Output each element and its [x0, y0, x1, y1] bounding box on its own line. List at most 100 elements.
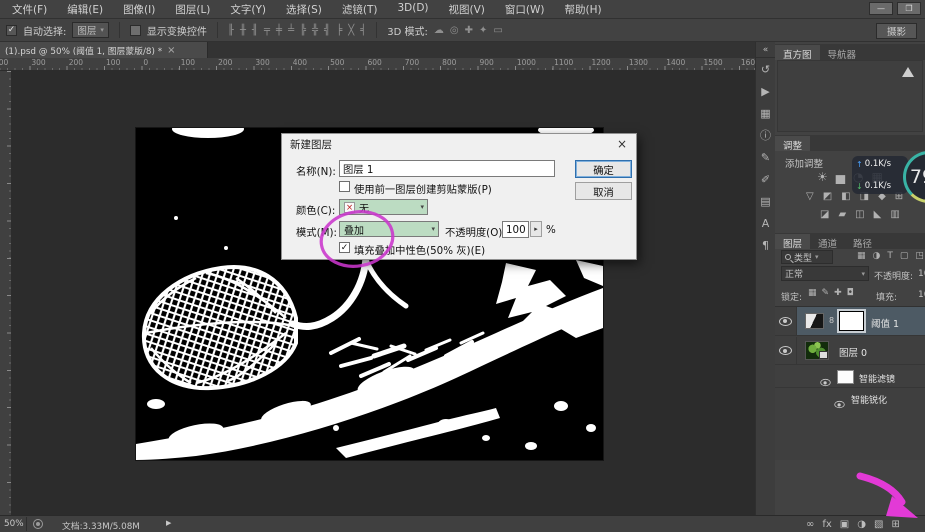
layer-filter-dropdown[interactable]: 类型 ▾: [781, 250, 833, 264]
threshold-adjustment-thumbnail[interactable]: [805, 313, 824, 329]
align-icon[interactable]: ╞: [336, 25, 342, 36]
clipping-mask-checkbox[interactable]: [339, 181, 350, 192]
align-icon[interactable]: ╡: [360, 25, 366, 36]
character-panel-icon[interactable]: A: [756, 212, 775, 234]
layer-style-icon[interactable]: fx: [822, 519, 831, 530]
align-icon[interactable]: ╪: [276, 25, 282, 36]
menu-item[interactable]: 窗口(W): [495, 0, 555, 19]
paragraph-panel-icon[interactable]: ¶: [756, 234, 775, 256]
posterize-icon[interactable]: ▰: [838, 209, 846, 220]
lock-pixels-icon[interactable]: ✎: [822, 288, 830, 298]
vibrance-icon[interactable]: ▽: [806, 191, 814, 202]
minimize-button[interactable]: —: [869, 2, 893, 15]
3d-mode-icon[interactable]: ▭: [493, 25, 502, 36]
levels-icon[interactable]: ▅: [836, 170, 845, 184]
fill-value[interactable]: 100%: [918, 290, 925, 300]
layer-name-input[interactable]: [339, 160, 555, 177]
layer-thumbnail[interactable]: [805, 341, 829, 360]
3d-mode-icon[interactable]: ✦: [479, 25, 487, 36]
auto-select-target-dropdown[interactable]: 图层 ▾: [72, 22, 109, 38]
collapse-panels-icon[interactable]: «: [756, 42, 775, 58]
3d-mode-icon[interactable]: ☁: [434, 25, 444, 36]
3d-mode-icon[interactable]: ✚: [465, 25, 473, 36]
lock-position-icon[interactable]: ✚: [834, 288, 842, 298]
smart-filter-mask-thumbnail[interactable]: [837, 370, 854, 384]
align-icon[interactable]: ╠: [300, 25, 306, 36]
layer-mask-thumbnail[interactable]: [839, 311, 864, 331]
color-dropdown[interactable]: × 无 ▾: [339, 199, 428, 215]
filter-type-icon[interactable]: T: [887, 251, 893, 261]
dialog-title-bar[interactable]: 新建图层 ×: [282, 134, 636, 154]
tab-adjustments[interactable]: 调整: [775, 136, 810, 151]
actions-panel-icon[interactable]: ▶: [756, 80, 775, 102]
cancel-button[interactable]: 取消: [575, 182, 632, 200]
menu-item[interactable]: 选择(S): [276, 0, 332, 19]
close-icon[interactable]: ×: [617, 137, 627, 151]
layer-name[interactable]: 阈值 1: [871, 316, 899, 330]
menu-item[interactable]: 滤镜(T): [332, 0, 388, 19]
document-tab[interactable]: (1).psd @ 50% (阈值 1, 图层蒙版/8) * ×: [0, 42, 208, 58]
filter-adjustment-icon[interactable]: ◑: [873, 251, 881, 261]
restore-button[interactable]: ❐: [897, 2, 921, 15]
info-panel-icon[interactable]: ⓘ: [756, 124, 775, 146]
network-speed-overlay[interactable]: ↑0.1K/s ↓0.1K/s: [852, 156, 908, 194]
tab-close-icon[interactable]: ×: [167, 45, 175, 56]
gradient-map-icon[interactable]: ◣: [874, 209, 882, 220]
align-icon[interactable]: ╤: [264, 25, 270, 36]
lock-transparency-icon[interactable]: ▦: [808, 288, 817, 298]
menu-item[interactable]: 3D(D): [387, 0, 438, 19]
smart-sharpen-label[interactable]: 智能锐化: [851, 393, 887, 406]
visibility-eye-icon[interactable]: [779, 346, 792, 355]
brush-panel-icon[interactable]: ✎: [756, 146, 775, 168]
new-group-icon[interactable]: ▧: [874, 519, 883, 530]
filter-pixel-icon[interactable]: ▦: [857, 251, 866, 261]
clone-source-panel-icon[interactable]: ▤: [756, 190, 775, 212]
workspace-button[interactable]: 摄影: [876, 23, 917, 39]
opacity-input[interactable]: [502, 221, 529, 238]
status-arrow-icon[interactable]: ▶: [166, 519, 171, 527]
selective-color-icon[interactable]: ▥: [890, 209, 899, 220]
filter-smart-object-icon[interactable]: ◳: [915, 251, 924, 261]
new-adjustment-layer-icon[interactable]: ◑: [857, 519, 866, 530]
history-panel-icon[interactable]: ↺: [756, 58, 775, 80]
align-icon[interactable]: ╧: [288, 25, 294, 36]
zoom-level[interactable]: 50%: [4, 519, 24, 529]
color-balance-icon[interactable]: ◧: [841, 191, 850, 202]
histogram-warning-icon[interactable]: [902, 67, 914, 77]
hue-saturation-icon[interactable]: ◩: [823, 191, 832, 202]
lock-all-icon[interactable]: ◘: [847, 288, 854, 298]
brush-presets-panel-icon[interactable]: ✐: [756, 168, 775, 190]
link-layers-icon[interactable]: ∞: [806, 519, 814, 530]
visibility-eye-icon[interactable]: [779, 317, 792, 326]
filter-shape-icon[interactable]: ▢: [900, 251, 909, 261]
new-layer-icon[interactable]: ⊞: [891, 519, 899, 530]
layer-name[interactable]: 图层 0: [839, 345, 867, 359]
menu-item[interactable]: 图像(I): [113, 0, 165, 19]
add-layer-mask-icon[interactable]: ▣: [840, 519, 849, 530]
blend-mode-dropdown[interactable]: 正常 ▾: [781, 266, 869, 281]
align-icon[interactable]: ╫: [240, 25, 246, 36]
smart-filter-label[interactable]: 智能滤镜: [859, 372, 895, 385]
auto-select-checkbox[interactable]: ✓: [6, 25, 17, 36]
layers-panel-tab[interactable]: 路径: [845, 234, 880, 249]
layers-opacity-value[interactable]: 100%: [918, 269, 925, 279]
smart-sharpen-row[interactable]: 智能锐化: [775, 389, 925, 408]
menu-item[interactable]: 图层(L): [165, 0, 220, 19]
ok-button[interactable]: 确定: [575, 160, 632, 178]
align-icon[interactable]: ╣: [324, 25, 330, 36]
menu-item[interactable]: 文件(F): [2, 0, 57, 19]
3d-mode-icon[interactable]: ◎: [450, 25, 459, 36]
menu-item[interactable]: 视图(V): [439, 0, 495, 19]
align-icon[interactable]: ╳: [348, 25, 354, 36]
layer-row-threshold[interactable]: 8 阈值 1: [775, 307, 925, 336]
brightness-contrast-icon[interactable]: ☀: [817, 170, 828, 184]
document-size-info[interactable]: 文档:3.33M/5.08M: [62, 519, 140, 532]
tab-histogram[interactable]: 直方图: [775, 45, 820, 60]
tab-navigator[interactable]: 导航器: [820, 45, 865, 60]
align-icon[interactable]: ╟: [228, 25, 234, 36]
threshold-icon[interactable]: ◫: [855, 209, 864, 220]
invert-icon[interactable]: ◪: [820, 209, 829, 220]
fill-neutral-checkbox[interactable]: ✓: [339, 242, 350, 253]
properties-panel-icon[interactable]: ▦: [756, 102, 775, 124]
layer-row-background[interactable]: 图层 0: [775, 337, 925, 365]
